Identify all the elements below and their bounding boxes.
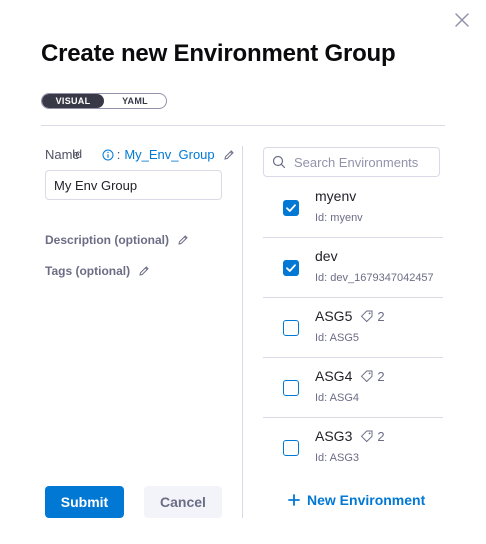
env-list-item[interactable]: ASG5 2 Id: ASG5 — [263, 298, 443, 358]
env-name: dev — [315, 248, 338, 264]
close-icon — [455, 13, 469, 27]
env-list-item[interactable]: myenv Id: myenv — [263, 178, 443, 238]
tag-icon[interactable] — [360, 309, 374, 323]
search-icon — [272, 155, 286, 169]
edit-id-icon[interactable] — [223, 149, 235, 161]
tags-label: Tags (optional) — [45, 264, 131, 278]
tags-toggle[interactable]: Tags (optional) — [45, 264, 150, 278]
tag-count: 2 — [377, 368, 385, 384]
id-label: Id — [72, 147, 83, 161]
env-id: Id: ASG3 — [315, 452, 360, 464]
env-id: Id: dev_1679347042457 — [315, 272, 434, 284]
header-divider — [41, 125, 445, 126]
new-environment-button[interactable]: New Environment — [288, 492, 425, 508]
pencil-icon — [138, 265, 150, 277]
pencil-icon — [177, 234, 189, 246]
toggle-visual[interactable]: VISUAL — [42, 94, 104, 108]
env-id: Id: ASG5 — [315, 332, 360, 344]
env-name: ASG5 2 — [315, 308, 385, 324]
description-label: Description (optional) — [45, 233, 169, 247]
env-name: ASG4 2 — [315, 368, 385, 384]
env-id: Id: ASG4 — [315, 392, 360, 404]
checkmark-icon — [286, 264, 296, 272]
name-input[interactable] — [45, 170, 222, 200]
env-list-item[interactable]: ASG4 2 Id: ASG4 — [263, 358, 443, 418]
env-search-box[interactable] — [263, 147, 440, 177]
env-list-item[interactable]: dev Id: dev_1679347042457 — [263, 238, 443, 298]
env-id: Id: myenv — [315, 212, 363, 224]
env-checkbox[interactable] — [283, 380, 299, 396]
id-separator: : — [116, 147, 121, 162]
env-name: ASG3 2 — [315, 428, 385, 444]
tag-icon[interactable] — [360, 369, 374, 383]
tag-icon[interactable] — [360, 429, 374, 443]
description-toggle[interactable]: Description (optional) — [45, 233, 189, 247]
plus-icon — [288, 494, 300, 506]
env-list-item[interactable]: ASG3 2 Id: ASG3 — [263, 418, 443, 476]
submit-button[interactable]: Submit — [45, 486, 124, 518]
visual-yaml-toggle[interactable]: VISUAL YAML — [41, 93, 167, 109]
checkmark-icon — [286, 204, 296, 212]
close-button[interactable] — [452, 10, 472, 30]
env-checkbox[interactable] — [283, 200, 299, 216]
cancel-button[interactable]: Cancel — [144, 486, 222, 518]
tag-count: 2 — [377, 308, 385, 324]
env-search-input[interactable] — [294, 154, 434, 170]
id-value[interactable]: My_Env_Group — [124, 147, 214, 162]
env-checkbox[interactable] — [283, 440, 299, 456]
new-environment-label: New Environment — [307, 492, 426, 508]
env-name: myenv — [315, 188, 357, 204]
dialog-title: Create new Environment Group — [41, 40, 396, 67]
column-divider — [242, 146, 243, 518]
toggle-yaml[interactable]: YAML — [104, 94, 166, 108]
tag-count: 2 — [377, 428, 385, 444]
name-label-row: Name Id : My_Env_Group — [45, 147, 235, 162]
environment-list[interactable]: myenv Id: myenv dev Id: dev_167934704245… — [263, 178, 443, 476]
env-checkbox[interactable] — [283, 260, 299, 276]
env-checkbox[interactable] — [283, 320, 299, 336]
info-icon[interactable] — [102, 149, 114, 161]
